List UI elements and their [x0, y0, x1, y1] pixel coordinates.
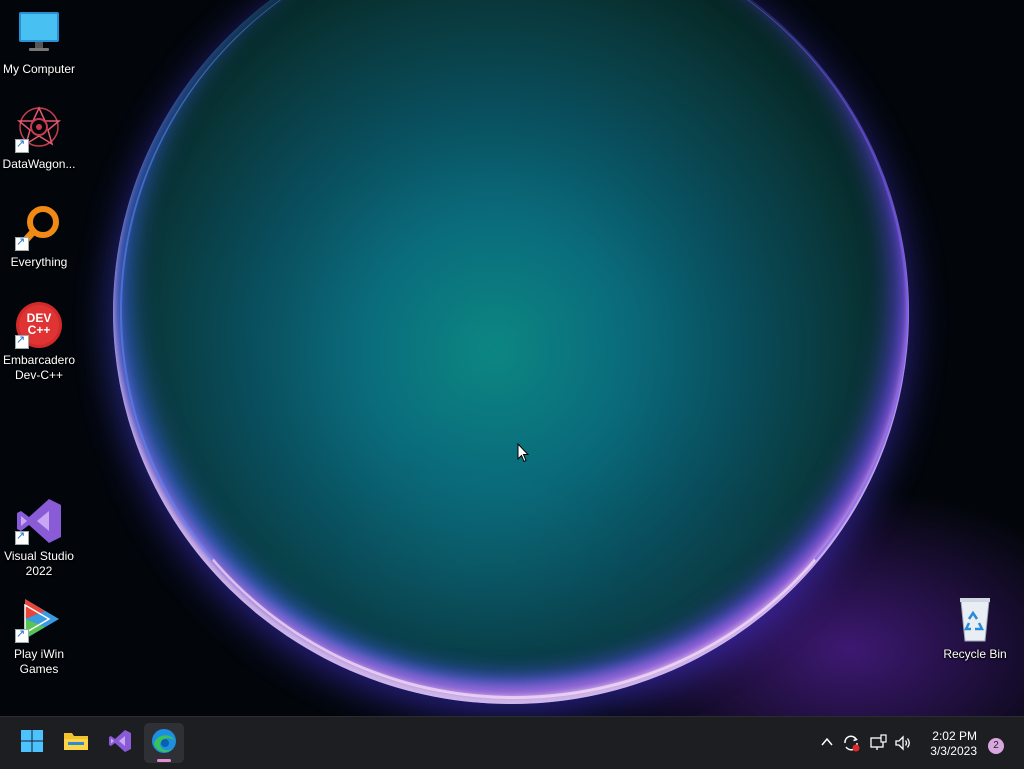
desktop-icon-visual-studio[interactable]: Visual Studio 2022	[0, 497, 78, 579]
shortcut-arrow-icon	[15, 627, 29, 643]
shortcut-arrow-icon	[15, 137, 29, 153]
folder-icon	[63, 729, 89, 758]
desktop-icon-datawagon[interactable]: DataWagon...	[0, 105, 78, 172]
taskbar-clock[interactable]: 2:02 PM 3/3/2023	[930, 729, 977, 759]
active-app-indicator	[157, 759, 171, 762]
desktop-icon-label: My Computer	[2, 62, 76, 76]
desktop-icon-label: Everything	[10, 255, 68, 269]
monitor-icon	[15, 10, 63, 58]
volume-icon[interactable]	[894, 734, 912, 752]
visual-studio-icon	[108, 729, 132, 758]
sync-icon[interactable]	[842, 734, 860, 752]
visual-studio-icon	[15, 497, 63, 545]
shortcut-arrow-icon	[15, 333, 29, 349]
edge-taskbar-button[interactable]	[144, 723, 184, 763]
notification-badge[interactable]: 2	[988, 738, 1004, 754]
desktop-icon-label: Visual Studio 2022	[4, 549, 74, 578]
windows-start-icon	[20, 729, 44, 758]
taskbar: 2:02 PM 3/3/2023 2	[0, 716, 1024, 769]
desktop-icon-label: Play iWin Games	[13, 647, 64, 676]
devcpp-glyph-text: DEV C++	[26, 311, 52, 337]
edge-icon	[151, 728, 177, 759]
datawagon-icon	[15, 105, 63, 153]
shortcut-arrow-icon	[15, 529, 29, 545]
devcpp-icon: DEV C++	[15, 301, 63, 349]
recycle-bin-icon	[951, 595, 999, 643]
network-icon[interactable]	[869, 734, 887, 752]
start-button[interactable]	[12, 723, 52, 763]
desktop-icon-everything[interactable]: Everything	[0, 203, 78, 270]
desktop-wallpaper: My Computer DataWagon... Everything	[0, 0, 1024, 716]
file-explorer-button[interactable]	[56, 723, 96, 763]
clock-date: 3/3/2023	[930, 744, 977, 758]
iwin-icon	[15, 595, 63, 643]
desktop-icon-my-computer[interactable]: My Computer	[0, 10, 78, 77]
shortcut-arrow-icon	[15, 235, 29, 251]
desktop-icon-recycle-bin[interactable]: Recycle Bin	[936, 595, 1014, 662]
visual-studio-taskbar-button[interactable]	[100, 723, 140, 763]
desktop-icon-label: Recycle Bin	[943, 647, 1007, 661]
search-magnifier-icon	[15, 203, 63, 251]
mouse-pointer-icon	[517, 442, 530, 463]
desktop-icon-iwin[interactable]: Play iWin Games	[0, 595, 78, 677]
desktop-icon-label: Embarcadero Dev-C++	[2, 353, 76, 382]
chevron-up-icon[interactable]	[818, 734, 836, 752]
desktop-icon-label: DataWagon...	[2, 157, 76, 171]
clock-time: 2:02 PM	[932, 729, 977, 743]
desktop-icon-devcpp[interactable]: DEV C++ Embarcadero Dev-C++	[0, 301, 78, 383]
